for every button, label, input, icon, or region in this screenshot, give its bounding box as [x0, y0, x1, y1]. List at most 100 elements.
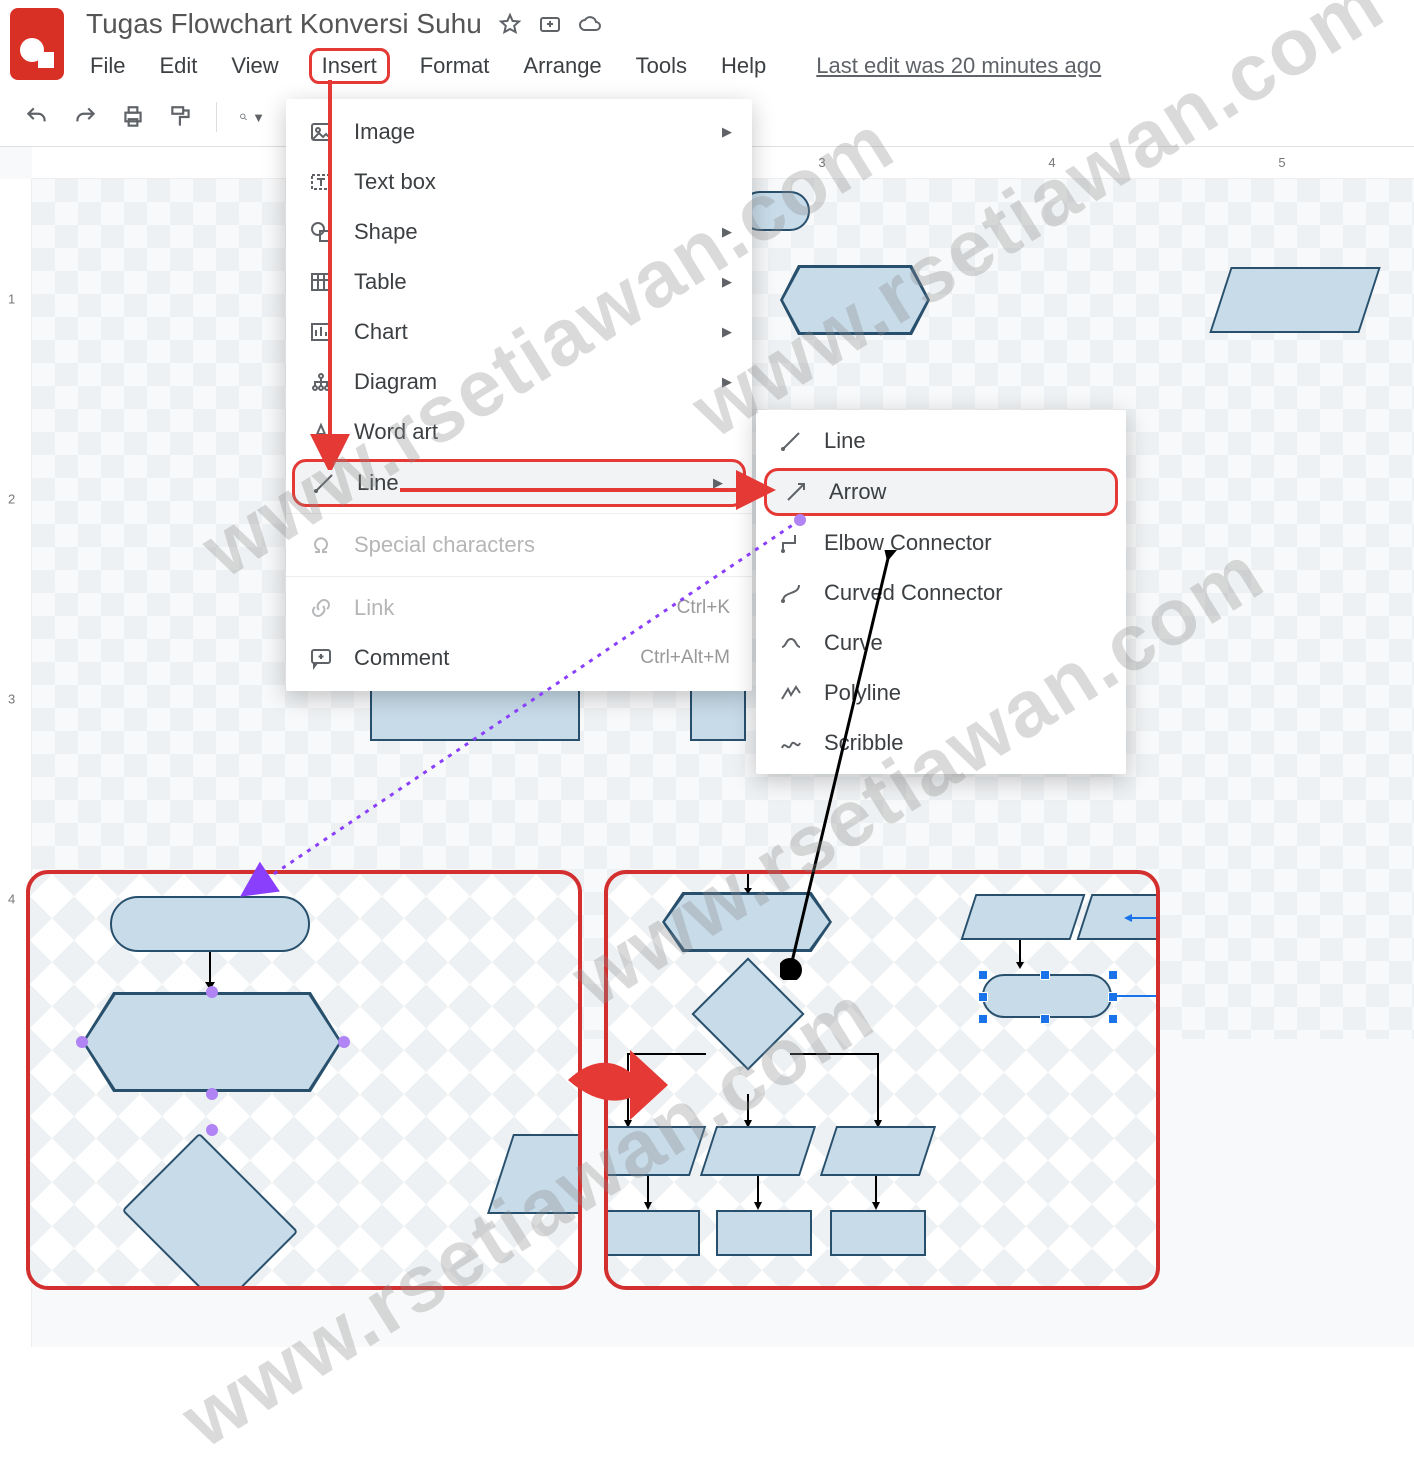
insert-line[interactable]: Line [292, 459, 746, 507]
menu-label: Elbow Connector [824, 530, 992, 556]
menu-label: Special characters [354, 532, 535, 558]
line-arrow[interactable]: Arrow [764, 468, 1118, 516]
chart-icon [308, 319, 334, 345]
menu-format[interactable]: Format [416, 49, 494, 83]
selection-handle[interactable] [1040, 970, 1050, 980]
menu-label: Shape [354, 219, 418, 245]
cloud-saved-icon[interactable] [578, 12, 602, 36]
image-icon [308, 119, 334, 145]
flowchart-process[interactable] [604, 1210, 700, 1256]
wordart-icon [308, 419, 334, 445]
shortcut: Ctrl+K [677, 597, 730, 619]
flowchart-io[interactable] [820, 1126, 936, 1176]
selection-handle[interactable] [206, 986, 218, 998]
insert-wordart[interactable]: Word art [286, 407, 752, 457]
app-logo [10, 8, 64, 80]
menu-label: Scribble [824, 730, 903, 756]
line-scribble[interactable]: Scribble [756, 718, 1126, 768]
menu-separator [286, 576, 752, 577]
connector [1014, 940, 1026, 970]
flowchart-io[interactable] [1209, 267, 1380, 333]
ruler-tick: 5 [1278, 155, 1285, 170]
selection-handle[interactable] [206, 1124, 218, 1136]
menu-insert[interactable]: Insert [309, 48, 390, 84]
insert-textbox[interactable]: Text box [286, 157, 752, 207]
line-submenu: Line Arrow Elbow Connector Curved Connec… [756, 410, 1126, 774]
menu-label: Arrow [829, 479, 886, 505]
line-curved[interactable]: Curved Connector [756, 568, 1126, 618]
menu-help[interactable]: Help [717, 49, 770, 83]
menu-label: Text box [354, 169, 436, 195]
omega-icon [308, 532, 334, 558]
menu-label: Chart [354, 319, 408, 345]
transition-arrow-icon [560, 1030, 670, 1130]
menu-label: Diagram [354, 369, 437, 395]
menu-label: Curve [824, 630, 883, 656]
selection-handle[interactable] [978, 970, 988, 980]
insert-chart[interactable]: Chart [286, 307, 752, 357]
table-icon [308, 269, 334, 295]
menu-edit[interactable]: Edit [155, 49, 201, 83]
insert-comment[interactable]: Comment Ctrl+Alt+M [286, 633, 752, 683]
selection-handle[interactable] [978, 1014, 988, 1024]
flowchart-process[interactable] [830, 1210, 926, 1256]
doc-title[interactable]: Tugas Flowchart Konversi Suhu [86, 8, 482, 40]
shortcut: Ctrl+Alt+M [640, 647, 730, 669]
flowchart-io[interactable] [604, 1126, 706, 1176]
ruler-tick: 1 [8, 292, 15, 307]
flowchart-terminator[interactable] [110, 896, 310, 952]
selection-handle[interactable] [1108, 1014, 1118, 1024]
menu-arrange[interactable]: Arrange [519, 49, 605, 83]
arrow-icon [783, 479, 809, 505]
last-edit-link[interactable]: Last edit was 20 minutes ago [816, 53, 1101, 79]
menu-view[interactable]: View [227, 49, 282, 83]
insert-shape[interactable]: Shape [286, 207, 752, 257]
line-polyline[interactable]: Polyline [756, 668, 1126, 718]
flowchart-io[interactable] [487, 1134, 582, 1214]
move-icon[interactable] [538, 12, 562, 36]
selection-handle[interactable] [978, 992, 988, 1002]
menu-label: Link [354, 595, 394, 621]
elbow-icon [778, 530, 804, 556]
ruler-tick: 3 [8, 692, 15, 707]
menu-tools[interactable]: Tools [632, 49, 691, 83]
insert-dropdown: Image Text box Shape Table Chart Diagram [286, 99, 752, 691]
example-after-panel [604, 870, 1160, 1290]
flowchart-process[interactable] [716, 1210, 812, 1256]
undo-icon[interactable] [24, 104, 50, 130]
selection-handle[interactable] [206, 1088, 218, 1100]
connector [742, 874, 754, 894]
star-icon[interactable] [498, 12, 522, 36]
flowchart-io[interactable] [961, 894, 1086, 940]
zoom-icon[interactable]: ▼ [239, 104, 265, 130]
line-curve[interactable]: Curve [756, 618, 1126, 668]
insert-special-chars: Special characters [286, 520, 752, 570]
menu-label: Word art [354, 419, 438, 445]
menu-label: Line [357, 470, 399, 496]
flowchart-io[interactable] [700, 1126, 816, 1176]
flowchart-decision[interactable] [122, 1133, 299, 1290]
line-line[interactable]: Line [756, 416, 1126, 466]
insert-diagram[interactable]: Diagram [286, 357, 752, 407]
menu-file[interactable]: File [86, 49, 129, 83]
menu-label: Comment [354, 645, 449, 671]
menu-label: Curved Connector [824, 580, 1003, 606]
selection-handle[interactable] [338, 1036, 350, 1048]
insert-table[interactable]: Table [286, 257, 752, 307]
paint-format-icon[interactable] [168, 104, 194, 130]
ruler-tick: 3 [818, 155, 825, 170]
line-icon [311, 470, 337, 496]
redo-icon[interactable] [72, 104, 98, 130]
polyline-icon [778, 680, 804, 706]
menu-label: Image [354, 119, 415, 145]
app-header: Tugas Flowchart Konversi Suhu File Edit … [0, 0, 1414, 84]
print-icon[interactable] [120, 104, 146, 130]
insert-image[interactable]: Image [286, 107, 752, 157]
comment-icon [308, 645, 334, 671]
selection-handle[interactable] [1040, 1014, 1050, 1024]
line-icon [778, 428, 804, 454]
flowchart-terminator-selected[interactable] [982, 974, 1112, 1018]
line-elbow[interactable]: Elbow Connector [756, 518, 1126, 568]
flowchart-preparation-fill [85, 995, 339, 1089]
selection-handle[interactable] [76, 1036, 88, 1048]
